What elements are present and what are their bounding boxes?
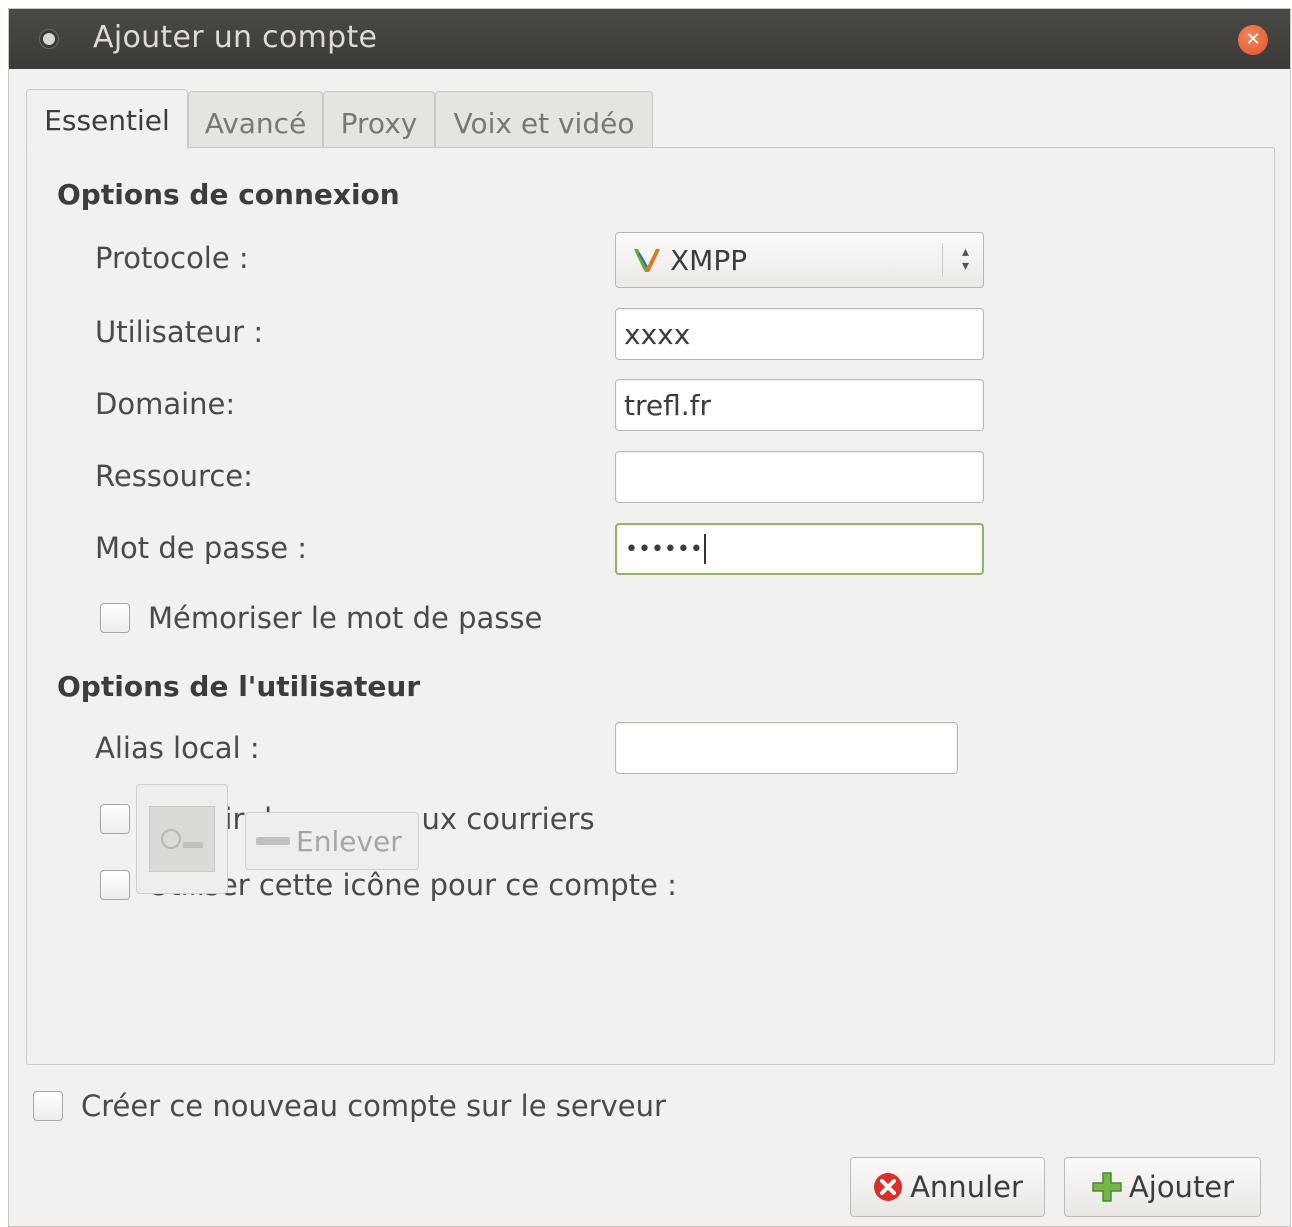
create-account-label: Créer ce nouveau compte sur le serveur	[81, 1089, 666, 1123]
protocol-label: Protocole :	[95, 241, 249, 275]
password-label: Mot de passe :	[95, 531, 308, 565]
new-mail-checkbox[interactable]	[100, 804, 130, 834]
username-label: Utilisateur :	[95, 315, 264, 349]
remember-password-row[interactable]: Mémoriser le mot de passe	[100, 601, 542, 635]
combo-arrows-icon: ▴ ▾	[961, 244, 969, 274]
cancel-icon	[874, 1173, 903, 1201]
domain-field[interactable]: trefl.fr	[615, 379, 984, 431]
protocol-value: XMPP	[670, 243, 748, 277]
tab-proxy[interactable]: Proxy	[323, 91, 435, 149]
image-placeholder-icon	[149, 806, 215, 872]
add-button[interactable]: Ajouter	[1064, 1157, 1261, 1217]
tab-avance[interactable]: Avancé	[188, 91, 323, 149]
remove-button[interactable]: Enlever	[245, 812, 419, 870]
title-bar: Ajouter un compte ✕	[9, 9, 1290, 69]
account-icon-button[interactable]	[136, 784, 228, 894]
username-field[interactable]: xxxx	[615, 308, 984, 360]
add-account-dialog: Ajouter un compte ✕ Avancé Proxy Voix et…	[8, 8, 1291, 1227]
domain-label: Domaine:	[95, 387, 236, 421]
create-account-checkbox[interactable]	[33, 1091, 63, 1121]
tab-essentiel[interactable]: Essentiel	[26, 89, 188, 149]
login-options-title: Options de connexion	[57, 178, 400, 211]
window-title: Ajouter un compte	[93, 20, 378, 55]
close-icon[interactable]: ✕	[1238, 25, 1268, 55]
resource-label: Ressource:	[95, 459, 253, 493]
cancel-button[interactable]: Annuler	[850, 1157, 1045, 1217]
resource-field[interactable]	[615, 451, 984, 503]
essentiel-panel: Options de connexion Protocole : XMPP ▴ ▾…	[26, 147, 1275, 1065]
user-options-title: Options de l'utilisateur	[57, 670, 421, 703]
alias-label: Alias local :	[95, 731, 260, 765]
password-field[interactable]: ••••••	[615, 523, 984, 575]
add-icon	[1092, 1172, 1122, 1202]
create-account-row[interactable]: Créer ce nouveau compte sur le serveur	[33, 1089, 666, 1123]
remember-password-label: Mémoriser le mot de passe	[148, 601, 543, 635]
tab-voix-et-video[interactable]: Voix et vidéo	[435, 91, 653, 149]
xmpp-icon	[634, 249, 660, 272]
remember-password-checkbox[interactable]	[100, 603, 130, 633]
protocol-combo[interactable]: XMPP ▴ ▾	[615, 232, 984, 288]
remove-icon	[256, 837, 290, 845]
use-icon-checkbox[interactable]	[100, 870, 130, 900]
window-menu-icon[interactable]	[43, 33, 55, 45]
alias-field[interactable]	[615, 722, 958, 774]
